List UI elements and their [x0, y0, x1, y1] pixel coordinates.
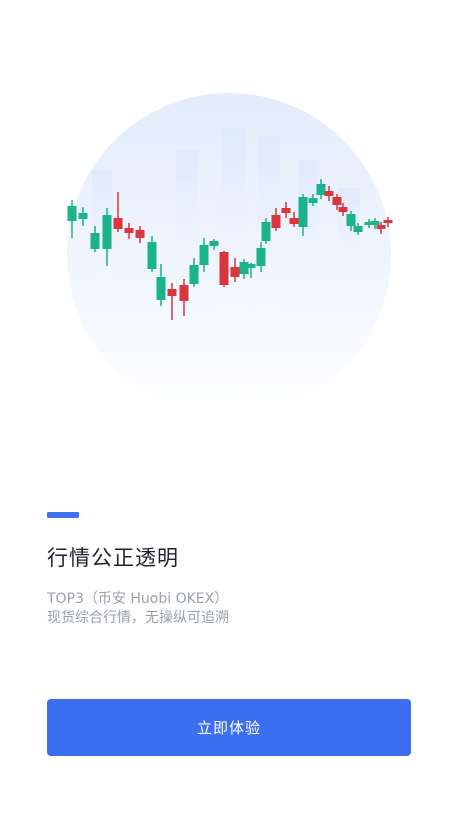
candlestick-body	[370, 221, 380, 225]
try-now-button[interactable]: 立即体验	[47, 699, 411, 756]
backdrop-pillar	[298, 160, 318, 320]
backdrop-pillar	[338, 188, 360, 308]
candlestick-body	[271, 215, 281, 228]
candlestick-body	[289, 218, 299, 224]
onboarding-title: 行情公正透明	[47, 546, 179, 570]
candlestick-body	[316, 184, 326, 195]
candlestick-body	[167, 289, 177, 296]
candlestick-body	[199, 245, 209, 265]
accent-bar	[47, 512, 79, 518]
candlestick-chart-icon	[67, 93, 393, 417]
candlestick-body	[383, 220, 393, 223]
candlestick-body	[102, 215, 112, 249]
candlestick-body	[256, 248, 266, 266]
candlestick-body	[376, 225, 386, 229]
candlestick-body	[332, 197, 342, 205]
candlestick-body	[308, 198, 318, 203]
candlestick-body	[209, 241, 219, 246]
candlestick-body	[230, 267, 240, 277]
candlestick-body	[353, 226, 363, 232]
candlestick-body	[124, 228, 134, 233]
description-line-2: 现货综合行情，无操纵可追溯	[47, 610, 229, 626]
candlestick-body	[135, 230, 145, 238]
candlestick-body	[90, 233, 100, 249]
candlestick-body	[147, 242, 157, 269]
candlestick	[219, 251, 229, 287]
candlestick-body	[298, 197, 308, 227]
candlestick-body	[261, 222, 271, 241]
candlestick-body	[246, 264, 256, 268]
candlestick-body	[156, 277, 166, 300]
candlestick-body	[113, 218, 123, 229]
candlestick-body	[346, 214, 356, 226]
backdrop-pillar	[222, 128, 246, 328]
candlestick-body	[338, 207, 348, 212]
candlestick-body	[324, 191, 334, 196]
candlestick-body	[78, 213, 88, 219]
candlestick-body	[67, 206, 77, 221]
hero-illustration	[0, 0, 458, 420]
description-line-1: TOP3（币安 Huobi OKEX）	[47, 591, 229, 607]
candlestick-body	[219, 252, 229, 285]
candlestick-body	[281, 208, 291, 213]
onboarding-description: TOP3（币安 Huobi OKEX） 现货综合行情，无操纵可追溯	[47, 590, 229, 628]
candlestick-body	[179, 285, 189, 301]
candlestick-body	[189, 265, 199, 284]
